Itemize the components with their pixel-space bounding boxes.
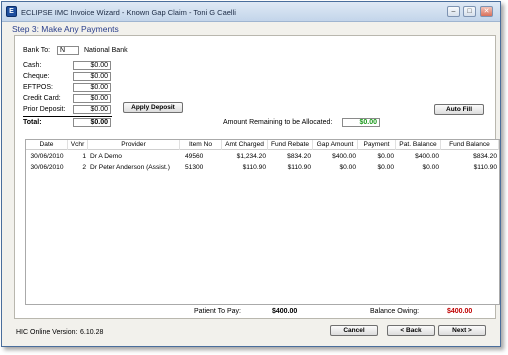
cell-payment[interactable]: $0.00 (358, 152, 396, 162)
col-amt-charged[interactable]: Amt Charged (222, 140, 268, 150)
next-button[interactable]: Next > (438, 325, 486, 336)
cell-vchr: 1 (82, 153, 86, 160)
prior-deposit-input[interactable]: $0.00 (73, 105, 111, 114)
total-label: Total: (23, 119, 42, 126)
wizard-window: E ECLIPSE IMC Invoice Wizard - Known Gap… (1, 1, 501, 347)
version-value: 6.10.28 (80, 329, 104, 336)
maximize-button[interactable]: □ (463, 6, 476, 17)
cell-date: 30/06/2010 (30, 153, 64, 160)
total-value: $0.00 (73, 118, 111, 127)
cell-vchr: 2 (82, 164, 86, 171)
prior-deposit-label: Prior Deposit: (23, 106, 66, 113)
apply-deposit-button[interactable]: Apply Deposit (123, 102, 183, 113)
total-divider (23, 116, 112, 117)
cash-input[interactable]: $0.00 (73, 61, 111, 70)
app-icon: E (6, 6, 17, 17)
cheque-label: Cheque: (23, 73, 50, 80)
cell-provider: Dr A Demo (90, 153, 122, 160)
amount-remaining-label: Amount Remaining to be Allocated: (223, 119, 333, 126)
step-title: Step 3: Make Any Payments (12, 24, 119, 34)
cell-pat-balance: $400.00 (415, 153, 439, 160)
cell-gap-amount: $400.00 (332, 153, 356, 160)
cell-gap-amount: $0.00 (339, 164, 356, 171)
col-item-no[interactable]: Item No (180, 140, 222, 150)
cell-amt-charged: $1,234.20 (236, 153, 266, 160)
col-pat-balance[interactable]: Pat. Balance (396, 140, 441, 150)
cell-item-no: 49560 (185, 153, 204, 160)
col-gap-amount[interactable]: Gap Amount (313, 140, 358, 150)
balance-owing-label: Balance Owing: (370, 308, 420, 315)
cell-amt-charged: $110.90 (242, 164, 266, 171)
col-payment[interactable]: Payment (358, 140, 396, 150)
bank-name: National Bank (84, 47, 128, 54)
cell-fund-balance: $110.90 (473, 164, 497, 171)
cheque-input[interactable]: $0.00 (73, 72, 111, 81)
cancel-button[interactable]: Cancel (330, 325, 378, 336)
col-date[interactable]: Date (26, 140, 68, 150)
minimize-button[interactable]: – (447, 6, 460, 17)
bank-code-input[interactable]: N (57, 46, 79, 55)
eftpos-label: EFTPOS: (23, 84, 53, 91)
eftpos-input[interactable]: $0.00 (73, 83, 111, 92)
window-title: ECLIPSE IMC Invoice Wizard - Known Gap C… (21, 8, 236, 17)
credit-card-label: Credit Card: (23, 95, 61, 102)
title-bar[interactable]: E ECLIPSE IMC Invoice Wizard - Known Gap… (2, 2, 500, 22)
close-button[interactable]: ✕ (480, 6, 493, 17)
balance-owing-value: $400.00 (447, 308, 473, 315)
payments-panel: Bank To: N National Bank Cash: $0.00 Che… (14, 35, 500, 319)
auto-fill-button[interactable]: Auto Fill (434, 104, 484, 115)
col-provider[interactable]: Provider (88, 140, 180, 150)
allocation-table[interactable]: Date Vchr Provider Item No Amt Charged F… (25, 139, 500, 305)
patient-to-pay-value: $400.00 (272, 308, 298, 315)
cell-fund-rebate: $110.90 (287, 164, 311, 171)
table-row[interactable]: 30/06/2010 1 Dr A Demo 49560 $1,234.20 $… (26, 152, 499, 162)
col-fund-rebate[interactable]: Fund Rebate (268, 140, 313, 150)
cell-fund-balance: $834.20 (473, 153, 497, 160)
credit-card-input[interactable]: $0.00 (73, 94, 111, 103)
cell-pat-balance: $0.00 (422, 164, 439, 171)
patient-to-pay-label: Patient To Pay: (194, 308, 241, 315)
cell-item-no: 51300 (185, 164, 204, 171)
bank-to-label: Bank To: (23, 47, 51, 54)
table-header: Date Vchr Provider Item No Amt Charged F… (26, 140, 499, 150)
col-fund-balance[interactable]: Fund Balance (441, 140, 499, 150)
cell-payment[interactable]: $0.00 (358, 163, 396, 173)
back-button[interactable]: < Back (387, 325, 435, 336)
cell-date: 30/06/2010 (30, 164, 64, 171)
table-row[interactable]: 30/06/2010 2 Dr Peter Anderson (Assist.)… (26, 163, 499, 173)
col-vchr[interactable]: Vchr (68, 140, 88, 150)
cell-fund-rebate: $834.20 (287, 153, 311, 160)
cell-provider: Dr Peter Anderson (Assist.) (90, 164, 170, 171)
version-label: HIC Online Version: (16, 329, 78, 336)
amount-remaining-value: $0.00 (342, 118, 380, 127)
cash-label: Cash: (23, 62, 42, 69)
